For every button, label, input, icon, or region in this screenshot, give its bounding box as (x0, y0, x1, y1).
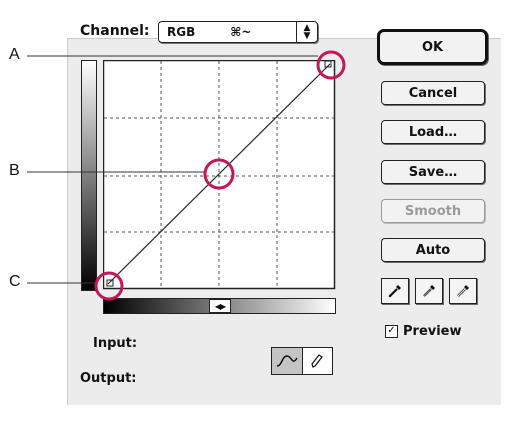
callout-c-label: C (9, 273, 21, 290)
cancel-button[interactable]: Cancel (381, 81, 485, 105)
ok-button[interactable]: OK (377, 29, 488, 65)
smooth-button[interactable]: Smooth (381, 199, 485, 223)
pencil-tool-icon[interactable] (303, 348, 333, 374)
output-label: Output: (80, 371, 137, 386)
preview-label: Preview (403, 324, 462, 339)
callout-b-label: B (9, 162, 20, 179)
load-button[interactable]: Load… (381, 120, 485, 144)
input-label: Input: (93, 336, 138, 351)
eyedropper-gray-icon[interactable] (415, 278, 443, 304)
preview-option[interactable]: ✓ Preview (385, 324, 462, 339)
save-button[interactable]: Save… (381, 160, 485, 184)
callout-a-label: A (9, 46, 20, 63)
eyedropper-black-icon[interactable] (381, 278, 409, 304)
curve-tool-toggle (271, 347, 333, 375)
curve-tool-icon[interactable] (272, 348, 303, 374)
preview-checkbox[interactable]: ✓ (385, 325, 398, 338)
auto-button[interactable]: Auto (381, 238, 485, 262)
eyedropper-white-icon[interactable] (449, 278, 477, 304)
callout-b-circle (203, 158, 235, 190)
callout-a-circle (316, 50, 346, 80)
eyedropper-group (381, 278, 477, 304)
callout-c-circle (94, 271, 124, 301)
